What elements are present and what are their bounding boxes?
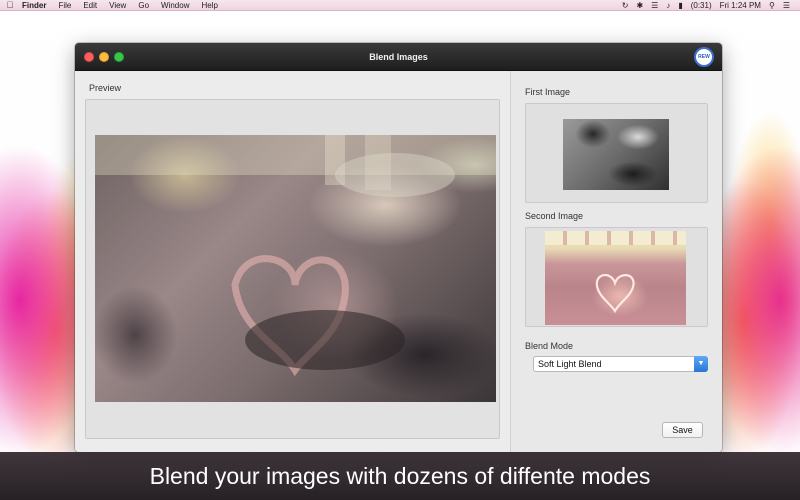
- clock[interactable]: Fri 1:24 PM: [716, 1, 765, 10]
- preview-label: Preview: [89, 83, 122, 93]
- title-bar: Blend Images REW: [75, 43, 722, 71]
- volume-icon[interactable]: ♪: [662, 1, 674, 10]
- menu-file[interactable]: File: [52, 0, 77, 11]
- blended-preview-image: [95, 135, 496, 402]
- first-image-well[interactable]: [525, 103, 708, 203]
- apple-icon[interactable]: : [0, 0, 20, 10]
- menu-bar:  Finder File Edit View Go Window Help ↻…: [0, 0, 800, 11]
- second-image-thumbnail: [545, 231, 686, 325]
- battery-time[interactable]: (0:31): [687, 1, 716, 10]
- blend-mode-value: Soft Light Blend: [538, 359, 602, 369]
- preview-pane: Preview: [75, 71, 510, 452]
- bluetooth-icon[interactable]: ✱: [632, 1, 647, 10]
- blend-images-window: Blend Images REW Preview First Image Sec…: [75, 43, 722, 452]
- menu-app-name[interactable]: Finder: [20, 0, 52, 11]
- menu-window[interactable]: Window: [155, 0, 195, 11]
- caption-band: Blend your images with dozens of diffent…: [0, 452, 800, 500]
- menu-help[interactable]: Help: [195, 0, 223, 11]
- heart-icon: [595, 274, 635, 314]
- menu-go[interactable]: Go: [132, 0, 155, 11]
- wifi-icon[interactable]: ☰: [647, 1, 662, 10]
- status-area: ↻ ✱ ☰ ♪ ▮ (0:31) Fri 1:24 PM ⚲ ☰: [618, 1, 800, 10]
- notification-center-icon[interactable]: ☰: [779, 1, 794, 10]
- blend-mode-label: Blend Mode: [525, 341, 574, 351]
- first-image-label: First Image: [525, 87, 571, 97]
- second-image-label: Second Image: [525, 211, 584, 221]
- search-icon[interactable]: ⚲: [765, 1, 779, 10]
- menu-view[interactable]: View: [103, 0, 132, 11]
- preview-box: [85, 99, 500, 439]
- second-image-well[interactable]: [525, 227, 708, 327]
- save-button[interactable]: Save: [662, 422, 703, 438]
- app-logo: REW: [694, 47, 714, 67]
- time-machine-icon[interactable]: ↻: [618, 1, 633, 10]
- menu-edit[interactable]: Edit: [77, 0, 103, 11]
- preview-overlay: [95, 135, 496, 377]
- battery-icon[interactable]: ▮: [674, 1, 686, 10]
- blend-mode-select[interactable]: Soft Light Blend ▼: [533, 356, 708, 372]
- window-title: Blend Images: [369, 52, 428, 62]
- chevron-down-icon[interactable]: ▼: [694, 356, 708, 372]
- first-image-thumbnail: [563, 119, 669, 190]
- promo-caption: Blend your images with dozens of diffent…: [149, 463, 651, 489]
- settings-pane: First Image Second Image Blend Mode Soft…: [510, 71, 722, 452]
